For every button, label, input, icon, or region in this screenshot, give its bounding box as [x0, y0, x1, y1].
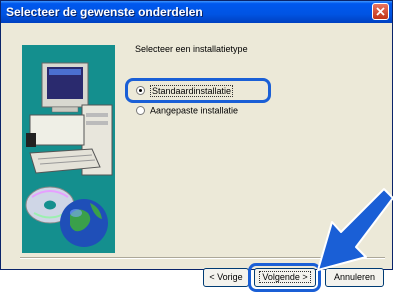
pointer-arrow-icon [317, 188, 393, 271]
